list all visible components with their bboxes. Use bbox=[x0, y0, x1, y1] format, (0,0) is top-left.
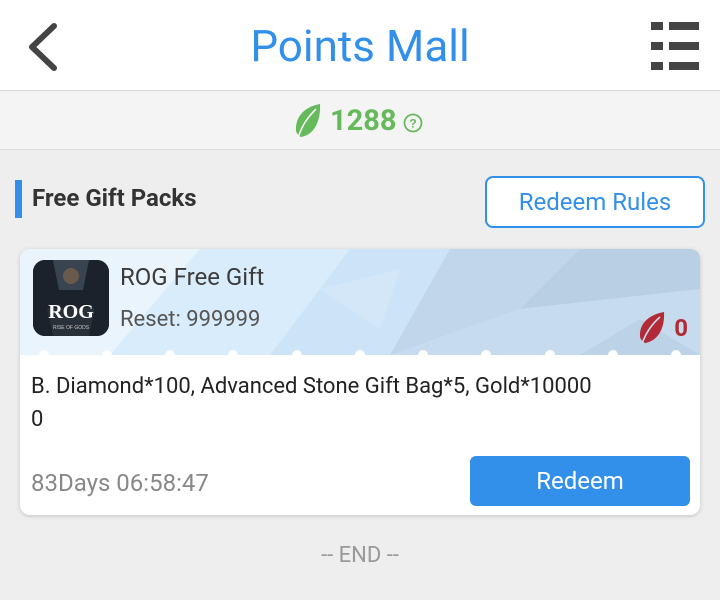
page-title: Points Mall bbox=[250, 20, 470, 72]
cost-value: 0 bbox=[674, 314, 688, 342]
reset-count: Reset: 999999 bbox=[120, 307, 261, 332]
section-title: Free Gift Packs bbox=[32, 184, 197, 212]
app-header: Points Mall bbox=[0, 0, 720, 91]
points-balance: 1288 ? bbox=[294, 100, 423, 142]
menu-button[interactable] bbox=[650, 22, 700, 70]
svg-text:RISE OF GODS: RISE OF GODS bbox=[53, 325, 90, 331]
gift-description: B. Diamond*100, Advanced Stone Gift Bag*… bbox=[31, 374, 592, 432]
question-circle-icon[interactable]: ? bbox=[403, 113, 423, 133]
section-accent-bar bbox=[15, 180, 22, 218]
redeem-button[interactable]: Redeem bbox=[470, 456, 690, 506]
red-leaf-icon bbox=[640, 312, 665, 345]
gift-card-banner: ROG RISE OF GODS ROG Free Gift Reset: 99… bbox=[20, 249, 700, 355]
section-header: Free Gift Packs Redeem Rules bbox=[15, 176, 705, 228]
redeem-rules-button[interactable]: Redeem Rules bbox=[485, 176, 705, 228]
points-value: 1288 bbox=[330, 104, 397, 138]
svg-text:?: ? bbox=[409, 117, 416, 131]
points-balance-bar: 1288 ? bbox=[0, 92, 720, 150]
gift-card: ROG RISE OF GODS ROG Free Gift Reset: 99… bbox=[20, 249, 700, 515]
countdown-timer: 83Days 06:58:47 bbox=[31, 469, 209, 497]
list-menu-icon bbox=[651, 22, 699, 70]
gift-cost: 0 bbox=[638, 311, 688, 345]
leaf-icon bbox=[295, 104, 321, 139]
perforation-dots bbox=[20, 347, 700, 355]
gift-name: ROG Free Gift bbox=[120, 263, 265, 291]
game-icon: ROG RISE OF GODS bbox=[33, 260, 109, 336]
svg-text:ROG: ROG bbox=[48, 301, 94, 323]
end-of-list-text: -- END -- bbox=[321, 543, 399, 568]
